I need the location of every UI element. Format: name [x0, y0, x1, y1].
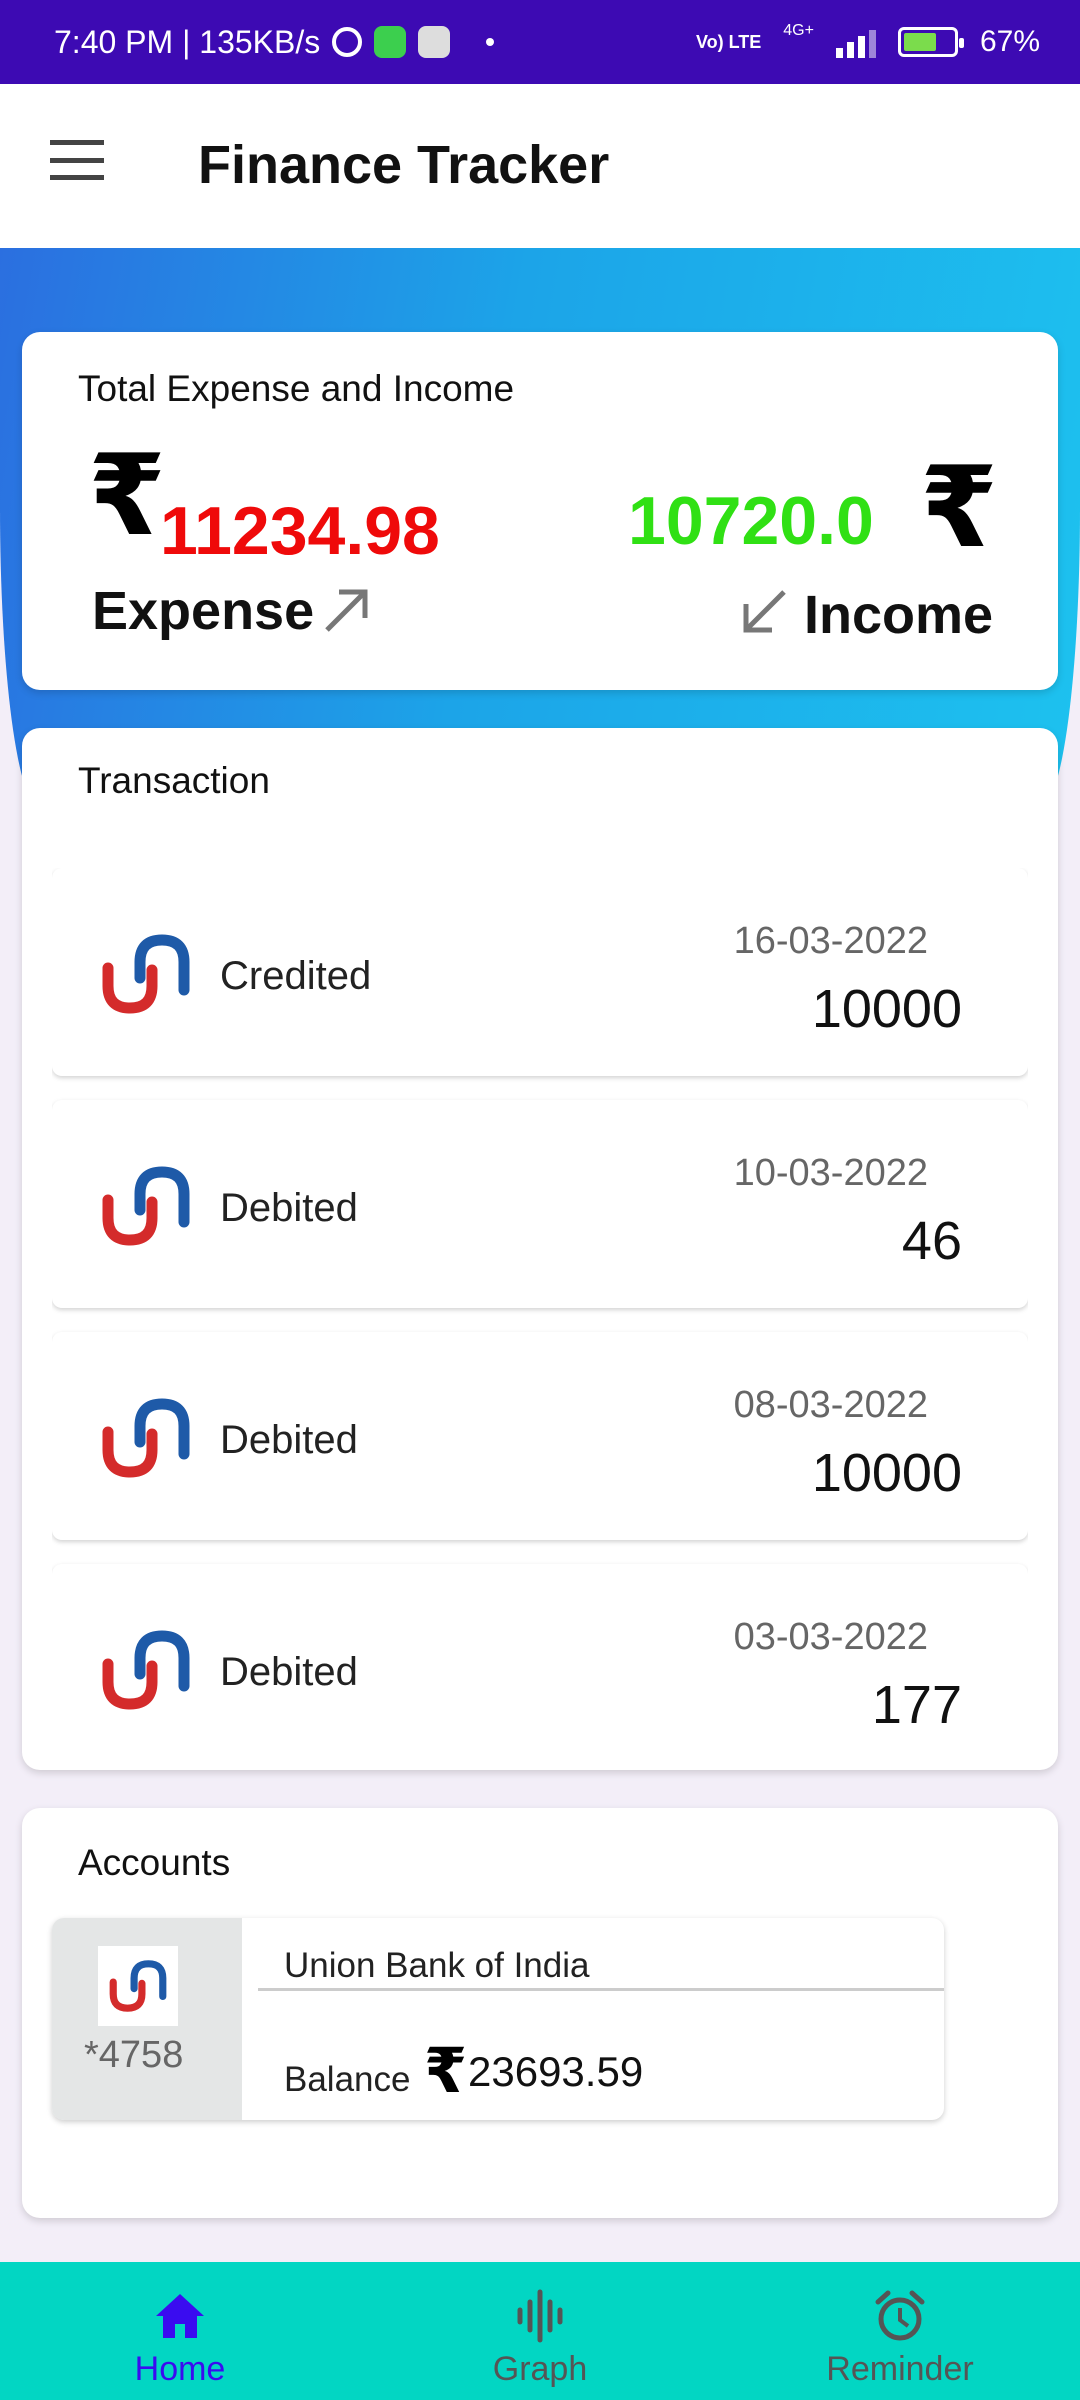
- union-bank-logo-icon: [94, 928, 198, 1020]
- transaction-type: Debited: [220, 1186, 358, 1230]
- transaction-date: 03-03-2022: [733, 1616, 928, 1658]
- balance-label: Balance: [284, 2060, 411, 2099]
- account-logo: [98, 1946, 178, 2026]
- arrow-up-right-icon: [325, 589, 368, 632]
- divider: [258, 1988, 944, 1991]
- network-type: 4G+: [783, 22, 814, 39]
- transaction-list[interactable]: Credited 16-03-2022 10000 Debited 10-03-…: [52, 868, 1028, 1748]
- transaction-date: 10-03-2022: [733, 1152, 928, 1194]
- transaction-item[interactable]: Debited 03-03-2022 177: [52, 1564, 1028, 1748]
- bottom-navigation: Home Graph Reminder: [0, 2262, 1080, 2400]
- status-bar: 7:40 PM | 135KB/s Vo) LTE 4G+ 67%: [0, 0, 1080, 84]
- income-rupee-icon: ₹: [920, 445, 998, 570]
- income-label: Income: [804, 585, 994, 645]
- balance-amount: 23693.59: [468, 2048, 644, 2095]
- nav-home[interactable]: Home: [0, 2262, 360, 2400]
- union-bank-logo-icon: [94, 1392, 198, 1484]
- transaction-date: 16-03-2022: [733, 920, 928, 962]
- account-side-panel: *4758: [52, 1918, 242, 2120]
- transactions-card: Transaction Credited 16-03-2022 10000 De…: [22, 728, 1058, 1770]
- battery-icon: [897, 27, 964, 57]
- home-icon: [156, 2294, 204, 2338]
- expense-rupee-icon: ₹: [88, 433, 166, 558]
- message-app-icon: [374, 26, 407, 58]
- volte-indicator: Vo) LTE: [695, 32, 762, 52]
- transaction-item[interactable]: Debited 10-03-2022 46: [52, 1100, 1028, 1308]
- expense-income-summary-card: Total Expense and Income ₹ 11234.98 Expe…: [22, 332, 1058, 690]
- accounts-card: Accounts *4758 Union Bank of India Balan…: [22, 1808, 1058, 2218]
- union-bank-logo-icon: [94, 1160, 198, 1252]
- hamburger-menu-icon[interactable]: [50, 140, 104, 180]
- transaction-amount: 10000: [811, 1443, 962, 1503]
- app-bar: Finance Tracker: [0, 84, 1080, 248]
- nav-graph[interactable]: Graph: [360, 2262, 720, 2400]
- transaction-amount: 46: [901, 1211, 962, 1271]
- page-title: Finance Tracker: [198, 135, 610, 195]
- app-notification-icon: [418, 26, 451, 58]
- transaction-amount: 10000: [811, 979, 962, 1039]
- transaction-type: Debited: [220, 1650, 358, 1694]
- expense-amount: 11234.98: [160, 493, 440, 569]
- graph-icon: [517, 2289, 563, 2343]
- arrow-down-left-icon: [743, 590, 786, 633]
- more-notifications-dot-icon: [486, 38, 495, 46]
- nav-graph-label: Graph: [492, 2350, 588, 2388]
- alarm-clock-icon: [875, 2290, 925, 2341]
- union-bank-logo-icon: [94, 1624, 198, 1716]
- transaction-type: Debited: [220, 1418, 358, 1462]
- account-number: *4758: [84, 2034, 184, 2076]
- transaction-item[interactable]: Debited 08-03-2022 10000: [52, 1332, 1028, 1540]
- nav-reminder[interactable]: Reminder: [720, 2262, 1080, 2400]
- transaction-item[interactable]: Credited 16-03-2022 10000: [52, 868, 1028, 1076]
- income-amount: 10720.0: [628, 483, 874, 559]
- alarm-icon: [332, 27, 363, 57]
- nav-reminder-label: Reminder: [826, 2350, 974, 2388]
- transactions-title: Transaction: [78, 760, 270, 801]
- nav-home-label: Home: [134, 2350, 226, 2388]
- accounts-title: Accounts: [78, 1842, 231, 1883]
- rupee-icon: ₹: [424, 2037, 468, 2106]
- expense-label: Expense: [92, 581, 315, 641]
- battery-percent: 67%: [979, 25, 1040, 58]
- account-item[interactable]: *4758 Union Bank of India Balance ₹ 2369…: [52, 1918, 944, 2120]
- summary-title: Total Expense and Income: [78, 368, 515, 409]
- bank-name: Union Bank of India: [284, 1946, 590, 1985]
- union-bank-logo-icon: [104, 1956, 172, 2016]
- transaction-amount: 177: [871, 1675, 962, 1735]
- transaction-type: Credited: [220, 954, 372, 998]
- status-time-speed: 7:40 PM | 135KB/s: [54, 23, 321, 60]
- signal-icon: [835, 26, 876, 58]
- transaction-date: 08-03-2022: [733, 1384, 928, 1426]
